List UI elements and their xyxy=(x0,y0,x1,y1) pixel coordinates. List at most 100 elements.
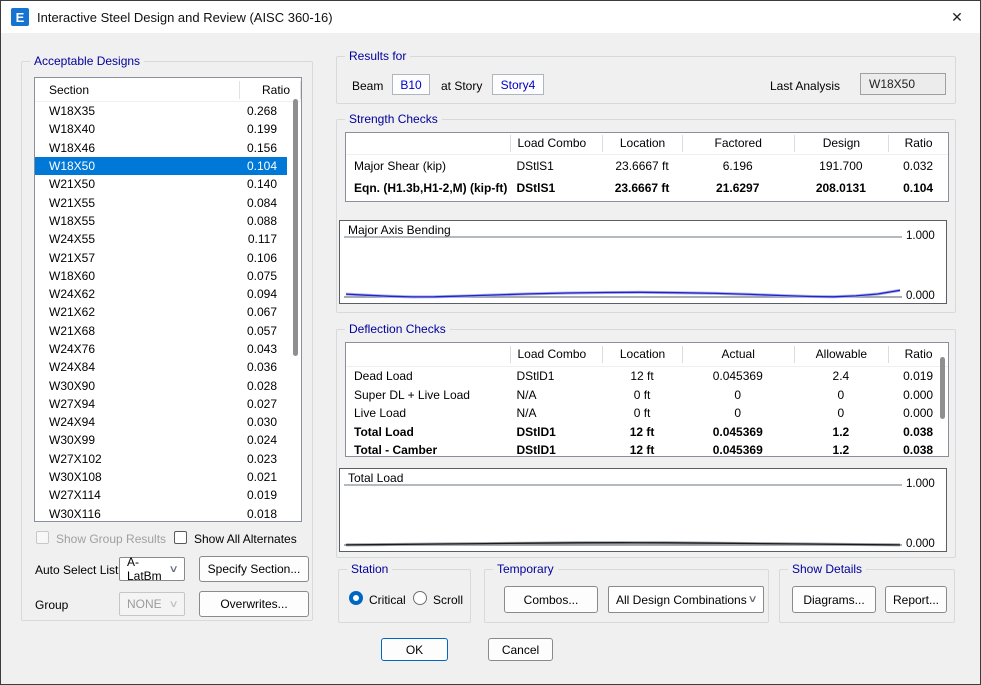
col-ratio: Ratio xyxy=(888,135,948,152)
section-list-item[interactable]: W18X40 0.199 xyxy=(35,120,287,138)
section-list-item[interactable]: W18X35 0.268 xyxy=(35,102,287,120)
load-combo: DStlD1 xyxy=(510,425,602,439)
critical-label: Critical xyxy=(369,593,406,607)
section-list-item[interactable]: W21X68 0.057 xyxy=(35,322,287,340)
section-list-item[interactable]: W30X90 0.028 xyxy=(35,376,287,394)
critical-radio[interactable] xyxy=(349,591,363,605)
design-combinations-dropdown[interactable]: All Design Combinations ∨ xyxy=(608,586,764,613)
section-list-item[interactable]: W27X94 0.027 xyxy=(35,395,287,413)
location: 23.6667 ft xyxy=(602,159,682,173)
strength-checks-group: Strength Checks Load Combo Location Fact… xyxy=(336,119,956,313)
show-all-alternates-checkbox[interactable] xyxy=(174,531,187,544)
deflection-table-rows: Dead Load DStlD1 12 ft 0.045369 2.4 0.01… xyxy=(346,367,948,457)
deflection-table-header: Load Combo Location Actual Allowable Rat… xyxy=(346,343,948,367)
last-analysis-label: Last Analysis xyxy=(770,79,840,93)
section-name: W18X55 xyxy=(35,214,225,228)
section-list-item[interactable]: W21X55 0.084 xyxy=(35,193,287,211)
section-list-item[interactable]: W30X116 0.018 xyxy=(35,505,287,522)
check-name: Dead Load xyxy=(346,369,510,383)
section-ratio: 0.156 xyxy=(225,141,287,155)
col-load-combo: Load Combo xyxy=(510,346,602,363)
ok-button[interactable]: OK xyxy=(381,638,448,661)
col-load-combo: Load Combo xyxy=(510,135,602,152)
combos-button[interactable]: Combos... xyxy=(504,586,598,613)
column-header-ratio[interactable]: Ratio xyxy=(239,81,301,99)
actual: 0 xyxy=(682,406,794,420)
title-bar[interactable]: E Interactive Steel Design and Review (A… xyxy=(1,1,980,33)
section-list-header[interactable]: Section Ratio xyxy=(35,78,301,102)
station-label: Station xyxy=(347,562,392,576)
section-ratio: 0.021 xyxy=(225,470,287,484)
table-row: Eqn. (H1.3b,H1-2,M) (kip-ft) DStlS1 23.6… xyxy=(346,177,948,199)
section-ratio: 0.018 xyxy=(225,507,287,521)
allowable: 0 xyxy=(794,406,889,420)
section-list-scrollbar[interactable] xyxy=(293,99,298,356)
chart-title: Major Axis Bending xyxy=(348,223,451,237)
section-ratio: 0.104 xyxy=(225,159,287,173)
show-all-alternates-label: Show All Alternates xyxy=(194,532,297,546)
deflection-table-scrollbar[interactable] xyxy=(940,357,945,419)
section-list-item[interactable]: W24X84 0.036 xyxy=(35,358,287,376)
section-ratio: 0.117 xyxy=(225,232,287,246)
table-row: Live Load N/A 0 ft 0 0 0.000 xyxy=(346,404,948,423)
ratio: 0.032 xyxy=(888,159,948,173)
section-list-item[interactable]: W24X62 0.094 xyxy=(35,285,287,303)
section-name: W30X116 xyxy=(35,507,225,521)
section-list-item[interactable]: W30X99 0.024 xyxy=(35,431,287,449)
scroll-radio[interactable] xyxy=(413,591,427,605)
last-analysis-field: W18X50 xyxy=(860,73,946,95)
y-axis-min-label: 0.000 xyxy=(906,538,946,550)
section-list-item[interactable]: W18X55 0.088 xyxy=(35,212,287,230)
section-list-item[interactable]: W21X50 0.140 xyxy=(35,175,287,193)
table-row: Super DL + Live Load N/A 0 ft 0 0 0.000 xyxy=(346,386,948,405)
section-ratio: 0.028 xyxy=(225,379,287,393)
section-list-item[interactable]: W18X50 0.104 xyxy=(35,157,287,175)
section-name: W18X46 xyxy=(35,141,225,155)
section-list-item[interactable]: W30X108 0.021 xyxy=(35,468,287,486)
section-list-item[interactable]: W27X114 0.019 xyxy=(35,486,287,504)
section-ratio: 0.084 xyxy=(225,196,287,210)
section-name: W24X62 xyxy=(35,287,225,301)
col-design: Design xyxy=(794,135,889,152)
col-blank xyxy=(346,346,510,363)
section-name: W30X108 xyxy=(35,470,225,484)
col-factored: Factored xyxy=(682,135,794,152)
section-list[interactable]: Section Ratio W18X35 0.268 W18X40 0.199 … xyxy=(34,77,302,522)
check-name: Super DL + Live Load xyxy=(346,388,510,402)
chart-title: Total Load xyxy=(348,471,403,485)
col-allowable: Allowable xyxy=(794,346,889,363)
actual: 0.045369 xyxy=(682,443,794,457)
ratio: 0.038 xyxy=(888,443,948,457)
load-combo: DStlD1 xyxy=(510,443,602,457)
location: 0 ft xyxy=(602,406,682,420)
section-list-item[interactable]: W18X46 0.156 xyxy=(35,139,287,157)
actual: 0 xyxy=(682,388,794,402)
section-list-item[interactable]: W24X76 0.043 xyxy=(35,340,287,358)
cancel-button[interactable]: Cancel xyxy=(488,638,553,661)
column-header-section[interactable]: Section xyxy=(35,83,239,97)
section-name: W27X94 xyxy=(35,397,225,411)
app-logo-icon: E xyxy=(11,8,29,26)
specify-section-button[interactable]: Specify Section... xyxy=(199,556,309,582)
section-ratio: 0.043 xyxy=(225,342,287,356)
section-list-item[interactable]: W18X60 0.075 xyxy=(35,267,287,285)
auto-select-list-dropdown[interactable]: A-LatBm ∨ xyxy=(119,557,185,581)
overwrites-button[interactable]: Overwrites... xyxy=(199,591,309,617)
report-button[interactable]: Report... xyxy=(885,586,947,613)
section-list-item[interactable]: W27X102 0.023 xyxy=(35,450,287,468)
beam-label: Beam xyxy=(352,79,383,93)
section-ratio: 0.088 xyxy=(225,214,287,228)
section-ratio: 0.019 xyxy=(225,488,287,502)
temporary-group: Temporary Combos... All Design Combinati… xyxy=(484,569,769,623)
section-name: W24X55 xyxy=(35,232,225,246)
section-name: W18X40 xyxy=(35,122,225,136)
strength-table-header: Load Combo Location Factored Design Rati… xyxy=(346,133,948,155)
diagrams-button[interactable]: Diagrams... xyxy=(792,586,876,613)
section-list-item[interactable]: W24X55 0.117 xyxy=(35,230,287,248)
section-list-item[interactable]: W21X57 0.106 xyxy=(35,248,287,266)
close-icon[interactable]: ✕ xyxy=(946,7,968,27)
section-list-item[interactable]: W24X94 0.030 xyxy=(35,413,287,431)
strength-table-rows: Major Shear (kip) DStlS1 23.6667 ft 6.19… xyxy=(346,155,948,199)
section-name: W27X114 xyxy=(35,488,225,502)
section-list-item[interactable]: W21X62 0.067 xyxy=(35,303,287,321)
